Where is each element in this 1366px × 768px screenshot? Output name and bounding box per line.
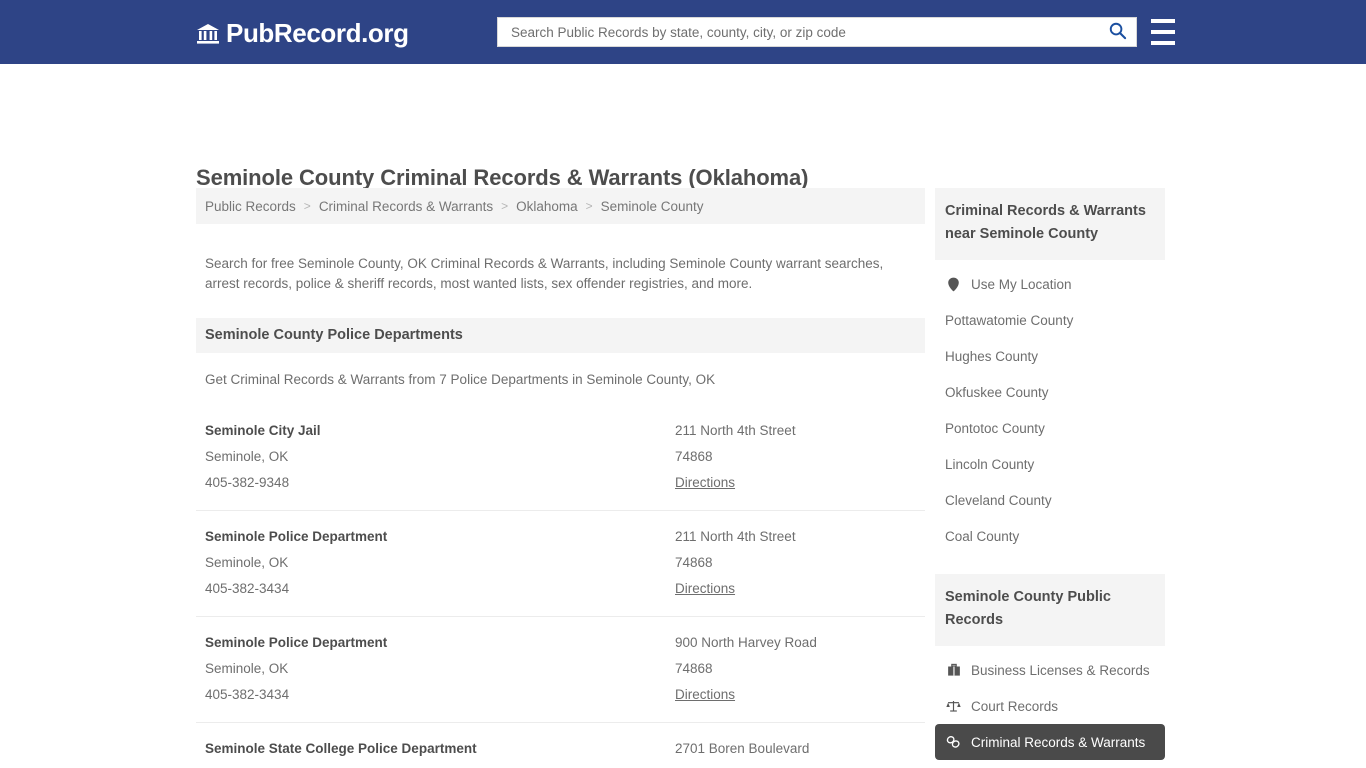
listing-zip: 74868 [675,448,713,464]
breadcrumb-item-criminal-records[interactable]: Criminal Records & Warrants [319,199,493,214]
bank-building-icon [196,22,220,46]
listing-name[interactable]: Seminole City Jail [205,418,675,444]
listing-phone: 405-382-9348 [205,474,290,490]
sidebar-item-label: Use My Location [971,276,1072,292]
search-icon [1108,21,1127,43]
sidebar-item-cleveland-county[interactable]: Cleveland County [935,482,1165,518]
sidebar-nearby-list: Use My Location Pottawatomie County Hugh… [935,260,1165,554]
section-heading: Seminole County Police Departments [196,317,925,353]
listings-table: Seminole City Jail Seminole, OK 405-382-… [196,405,925,768]
listing-phone: 405-382-3434 [205,580,290,596]
breadcrumb-separator: > [303,199,311,213]
site-logo[interactable]: PubRecord.org [196,18,409,49]
scales-of-justice-icon [945,698,962,715]
site-header: PubRecord.org [0,0,1366,64]
listing-name[interactable]: Seminole State College Police Department [205,736,675,762]
listing-name[interactable]: Seminole Police Department [205,630,675,656]
hamburger-menu-icon[interactable] [1151,19,1175,45]
listing-name[interactable]: Seminole Police Department [205,524,675,550]
listing-city-state: Seminole, OK [205,554,289,570]
search-button[interactable] [1106,21,1128,43]
breadcrumb-separator: > [501,199,509,213]
directions-link[interactable]: Directions [675,682,735,708]
listing-phone: 405-382-3434 [205,686,290,702]
sidebar-item-label: Criminal Records & Warrants [971,734,1146,750]
sidebar-records-heading: Seminole County Public Records [935,574,1165,646]
listing-address: 2701 Boren Boulevard [675,740,810,756]
main-content: Public Records > Criminal Records & Warr… [196,188,925,768]
search-bar [497,17,1137,47]
sidebar-item-label: Pontotoc County [945,420,1045,436]
sidebar-item-pontotoc-county[interactable]: Pontotoc County [935,410,1165,446]
directions-link[interactable]: Directions [675,470,735,496]
sidebar-item-coal-county[interactable]: Coal County [935,518,1165,554]
briefcase-icon [945,662,962,679]
handcuffs-icon [945,734,962,751]
breadcrumb-separator: > [585,199,593,213]
listing-address: 900 North Harvey Road [675,634,817,650]
listing-primary: Seminole Police Department Seminole, OK … [205,630,675,708]
listing-zip: 74868 [675,762,916,768]
listing-zip: 74868 [675,554,713,570]
listing-secondary: 211 North 4th Street 74868 Directions [675,524,916,602]
sidebar-item-business-licenses[interactable]: Business Licenses & Records [935,652,1165,688]
sidebar-item-label: Hughes County [945,348,1039,364]
listing-secondary: 211 North 4th Street 74868 Directions [675,418,916,496]
sidebar-item-court-records[interactable]: Court Records [935,688,1165,724]
listing-city-state: Seminole, OK [205,762,675,768]
sidebar-item-okfuskee-county[interactable]: Okfuskee County [935,374,1165,410]
sidebar-nearby-heading: Criminal Records & Warrants near Seminol… [935,188,1165,260]
sidebar-item-label: Cleveland County [945,492,1052,508]
sidebar-item-label: Okfuskee County [945,384,1049,400]
search-input[interactable] [509,19,1106,45]
sidebar-item-label: Coal County [945,528,1020,544]
sidebar-item-hughes-county[interactable]: Hughes County [935,338,1165,374]
listing-primary: Seminole City Jail Seminole, OK 405-382-… [205,418,675,496]
table-row: Seminole State College Police Department… [196,721,925,768]
listing-city-state: Seminole, OK [205,660,289,676]
listing-primary: Seminole State College Police Department… [205,736,675,768]
sidebar-records-list: Business Licenses & Records Court Record… [935,646,1165,768]
sidebar-item-label: Pottawatomie County [945,312,1074,328]
listing-secondary: 2701 Boren Boulevard 74868 Directions [675,736,916,768]
breadcrumb-item-oklahoma[interactable]: Oklahoma [516,199,578,214]
sidebar-item-label: Lincoln County [945,456,1035,472]
sidebar: Criminal Records & Warrants near Seminol… [935,188,1165,768]
section-subheading: Get Criminal Records & Warrants from 7 P… [205,371,716,387]
listing-city-state: Seminole, OK [205,448,289,464]
breadcrumb-item-public-records[interactable]: Public Records [205,199,296,214]
sidebar-item-lincoln-county[interactable]: Lincoln County [935,446,1165,482]
table-row: Seminole City Jail Seminole, OK 405-382-… [196,405,925,510]
directions-link[interactable]: Directions [675,576,735,602]
page-description: Search for free Seminole County, OK Crim… [205,255,884,291]
listing-primary: Seminole Police Department Seminole, OK … [205,524,675,602]
sidebar-item-pottawatomie-county[interactable]: Pottawatomie County [935,302,1165,338]
sidebar-item-criminal-records[interactable]: Criminal Records & Warrants [935,724,1165,760]
page-title: Seminole County Criminal Records & Warra… [196,164,809,190]
table-row: Seminole Police Department Seminole, OK … [196,615,925,722]
listing-secondary: 900 North Harvey Road 74868 Directions [675,630,916,708]
sidebar-item-label: Business Licenses & Records [971,662,1150,678]
table-row: Seminole Police Department Seminole, OK … [196,509,925,616]
search-field[interactable] [497,17,1137,47]
listing-address: 211 North 4th Street [675,422,796,438]
map-pin-icon [945,276,962,293]
listing-address: 211 North 4th Street [675,528,796,544]
sidebar-item-use-my-location[interactable]: Use My Location [935,266,1165,302]
site-logo-text: PubRecord.org [226,18,409,48]
breadcrumb: Public Records > Criminal Records & Warr… [196,188,925,224]
sidebar-item-label: Court Records [971,698,1059,714]
breadcrumb-item-seminole-county[interactable]: Seminole County [601,199,704,214]
listing-zip: 74868 [675,660,713,676]
sidebar-item-marriage-divorce[interactable]: Marriage & Divorce Records [935,760,1165,768]
